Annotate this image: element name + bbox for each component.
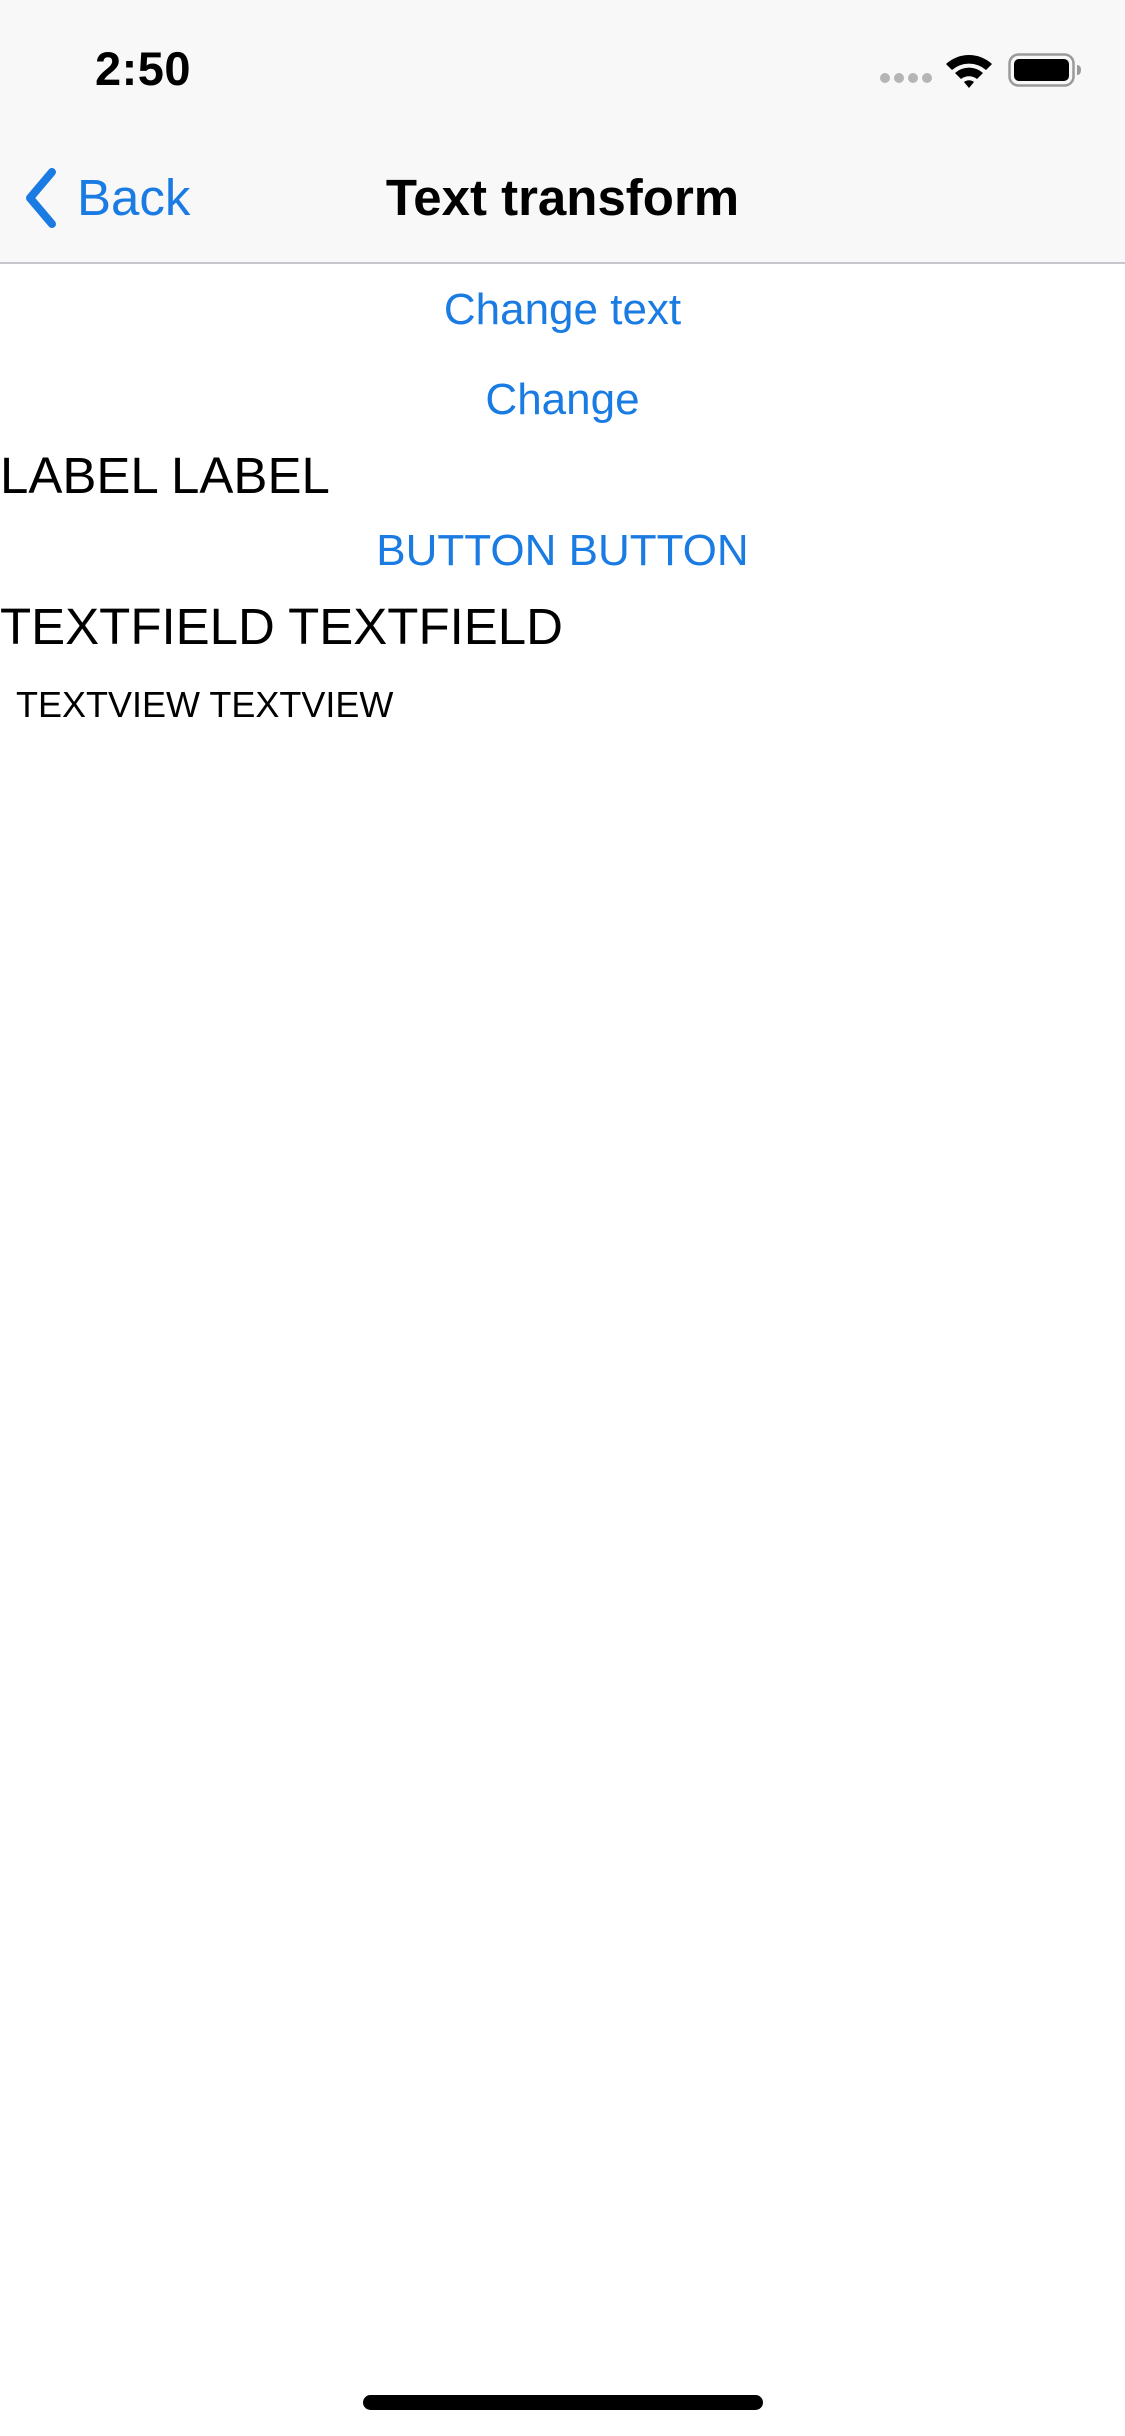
page-title: Text transform: [385, 169, 740, 226]
cellular-signal-icon: [880, 73, 932, 85]
wifi-icon: [946, 55, 992, 88]
transformed-label: LABEL LABEL: [0, 447, 330, 504]
change-text-button[interactable]: Change text: [0, 282, 1125, 338]
battery-icon: [1008, 53, 1081, 87]
transformed-text-field[interactable]: TEXTFIELD TEXTFIELD: [0, 595, 1125, 659]
transformed-text-view[interactable]: TEXTVIEW TEXTVIEW: [16, 683, 1116, 727]
change-button[interactable]: Change: [0, 372, 1125, 428]
home-indicator[interactable]: [363, 2395, 763, 2410]
transformed-button[interactable]: BUTTON BUTTON: [0, 523, 1125, 579]
top-bar: 2:50 Back Text transform: [0, 0, 1125, 264]
status-time: 2:50: [95, 42, 192, 95]
